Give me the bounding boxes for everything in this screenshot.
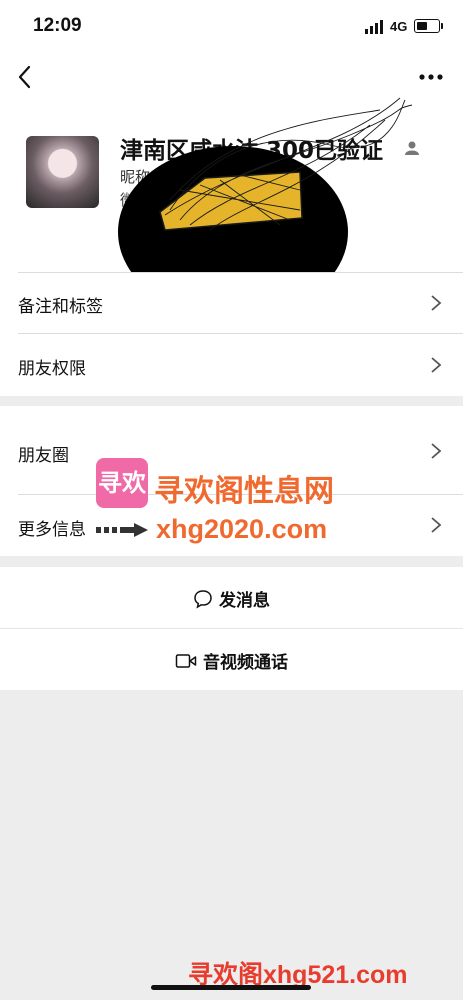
video-call-label: 音视频通话 [203, 653, 288, 673]
chevron-right-icon [431, 443, 442, 459]
status-time: 12:09 [33, 15, 82, 36]
back-icon[interactable] [16, 64, 38, 90]
video-camera-icon [175, 653, 197, 668]
row-label: 更多信息 [18, 520, 86, 540]
battery-icon [414, 19, 443, 33]
status-bar: 12:09 4G [0, 0, 463, 54]
watermark-logo: 寻欢 [96, 458, 148, 508]
send-message-label: 发消息 [219, 591, 270, 611]
row-label: 备注和标签 [18, 297, 103, 317]
watermark-title: 寻欢阁性息网 [154, 474, 334, 509]
chat-bubble-icon [194, 589, 212, 609]
watermark-url: xhg2020.com [156, 514, 328, 544]
remarks-and-tags-row[interactable]: 备注和标签 [0, 272, 463, 333]
row-label: 朋友权限 [18, 359, 86, 379]
chevron-right-icon [431, 295, 442, 311]
network-type: 4G [390, 19, 408, 34]
send-message-button[interactable]: 发消息 [0, 567, 463, 628]
redaction-scribble [159, 97, 413, 231]
signal-icon [365, 20, 383, 34]
home-indicator[interactable] [151, 985, 311, 990]
video-call-button[interactable]: 音视频通话 [0, 629, 463, 690]
avatar[interactable] [26, 136, 99, 208]
settings-group-1: 备注和标签 朋友权限 [0, 272, 463, 396]
arrow-right-icon [96, 523, 148, 537]
friend-permissions-row[interactable]: 朋友权限 [0, 334, 463, 396]
chevron-right-icon [431, 517, 442, 533]
more-options-icon[interactable] [418, 72, 444, 82]
chevron-right-icon [431, 357, 442, 373]
row-label: 朋友圈 [18, 446, 69, 466]
